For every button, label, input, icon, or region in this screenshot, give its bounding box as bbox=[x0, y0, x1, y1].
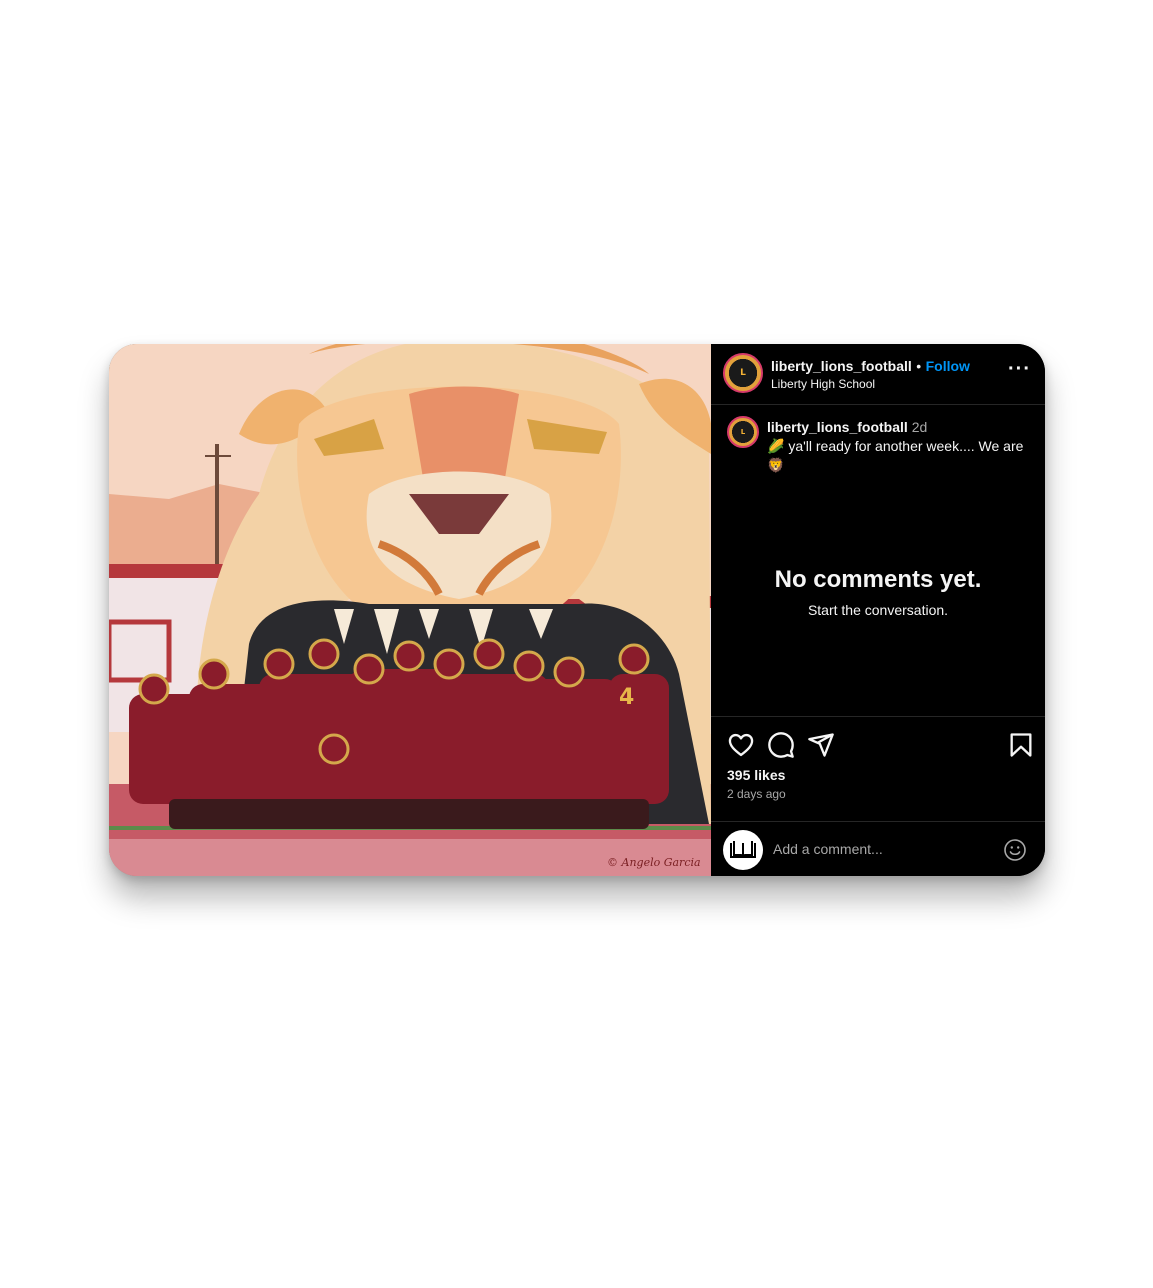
comments-empty-state: No comments yet. Start the conversation. bbox=[711, 566, 1045, 618]
post-card: 4 © Angelo Garcia L liberty_lions_footba… bbox=[109, 344, 1045, 876]
share-send-icon[interactable] bbox=[807, 731, 835, 759]
account-avatar[interactable]: L bbox=[723, 353, 763, 393]
caption-text: 🌽 ya'll ready for another week.... We ar… bbox=[767, 438, 1024, 473]
likes-count[interactable]: 395 likes bbox=[727, 767, 785, 783]
location-link[interactable]: Liberty High School bbox=[771, 377, 875, 391]
follow-button[interactable]: Follow bbox=[926, 358, 970, 374]
post-header: L liberty_lions_football • Follow Libert… bbox=[711, 344, 1045, 405]
emoji-icon[interactable] bbox=[1003, 838, 1027, 862]
separator-dot: • bbox=[916, 358, 922, 374]
svg-text:4: 4 bbox=[619, 685, 634, 710]
comment-icon[interactable] bbox=[767, 731, 795, 759]
lion-logo-icon: L bbox=[740, 368, 746, 378]
team-photo-illustration: 4 © Angelo Garcia bbox=[109, 344, 711, 876]
book-logo-icon bbox=[723, 830, 763, 870]
caption-time: 2d bbox=[911, 419, 928, 435]
bookmark-icon[interactable] bbox=[1007, 731, 1035, 759]
photo-credit: © Angelo Garcia bbox=[607, 856, 701, 869]
comment-input[interactable] bbox=[771, 840, 995, 858]
empty-subtitle: Start the conversation. bbox=[807, 602, 949, 618]
comment-composer bbox=[711, 821, 1045, 876]
post-side-panel: L liberty_lions_football • Follow Libert… bbox=[711, 344, 1045, 876]
like-heart-icon[interactable] bbox=[727, 731, 755, 759]
more-icon[interactable]: ··· bbox=[1008, 359, 1031, 379]
post-time: 2 days ago bbox=[727, 787, 786, 801]
caption-username[interactable]: liberty_lions_football bbox=[767, 419, 908, 435]
empty-title: No comments yet. bbox=[774, 566, 982, 593]
post-photo[interactable]: 4 © Angelo Garcia bbox=[109, 344, 711, 876]
lion-logo-icon: L bbox=[740, 428, 746, 436]
caption-avatar[interactable]: L bbox=[727, 416, 759, 448]
account-username[interactable]: liberty_lions_football bbox=[771, 358, 912, 374]
post-actions: 395 likes 2 days ago bbox=[711, 716, 1045, 876]
